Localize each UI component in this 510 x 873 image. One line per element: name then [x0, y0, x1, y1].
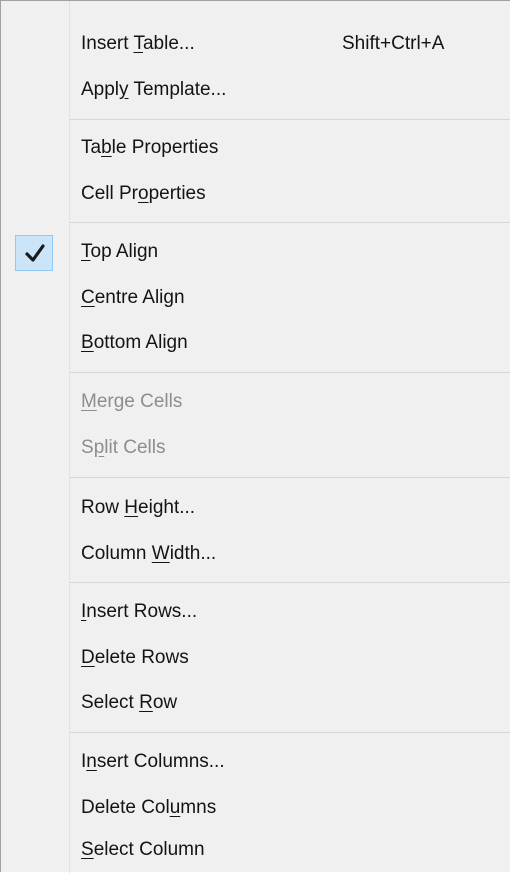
menu-item-label: Insert Table... — [81, 33, 195, 54]
menu-separator — [70, 477, 510, 478]
menu-item-label: Column Width... — [81, 543, 217, 564]
menu-item-label: Centre Align — [81, 287, 185, 308]
menu-item-label: Split Cells — [81, 437, 166, 458]
menu-item-apply-template[interactable]: Apply Template... — [1, 67, 509, 113]
menu-item-label: Delete Rows — [81, 647, 189, 668]
checkmark-highlight — [15, 235, 53, 271]
menu-item-label: Bottom Align — [81, 332, 188, 353]
menu-item-cell-properties[interactable]: Cell Properties — [1, 171, 509, 217]
menu-item-label: Delete Columns — [81, 797, 217, 818]
menu-item-label: Insert Columns... — [81, 751, 225, 772]
menu-separator — [70, 372, 510, 373]
menu-item-delete-rows[interactable]: Delete Rows — [1, 635, 509, 681]
menu-item-label: Select Row — [81, 692, 178, 713]
menu-item-split-cells: Split Cells — [1, 425, 509, 471]
menu-item-column-width[interactable]: Column Width... — [1, 531, 509, 577]
menu-item-insert-table[interactable]: Insert Table... Shift+Ctrl+A — [1, 21, 509, 67]
menu-item-label: Row Height... — [81, 497, 196, 518]
menu-item-label: Insert Rows... — [81, 601, 198, 622]
context-menu: Insert Table... Shift+Ctrl+A Apply Templ… — [0, 0, 510, 873]
menu-item-label: Merge Cells — [81, 391, 183, 412]
menu-item-insert-columns[interactable]: Insert Columns... — [1, 739, 509, 785]
menu-separator — [70, 119, 510, 120]
menu-separator — [70, 222, 510, 223]
menu-item-delete-columns[interactable]: Delete Columns — [1, 785, 509, 831]
menu-item-centre-align[interactable]: Centre Align — [1, 275, 509, 321]
menu-item-insert-rows[interactable]: Insert Rows... — [1, 589, 509, 635]
menu-item-label: Table Properties — [81, 137, 219, 158]
menu-item-row-height[interactable]: Row Height... — [1, 485, 509, 531]
menu-separator — [70, 732, 510, 733]
menu-item-top-align[interactable]: Top Align — [1, 229, 509, 275]
menu-item-select-column[interactable]: Select Column — [1, 827, 509, 873]
shortcut-label: Shift+Ctrl+A — [342, 33, 445, 54]
menu-item-select-row[interactable]: Select Row — [1, 680, 509, 726]
menu-item-merge-cells: Merge Cells — [1, 379, 509, 425]
menu-item-table-properties[interactable]: Table Properties — [1, 125, 509, 171]
menu-item-label: Select Column — [81, 839, 205, 860]
menu-separator — [70, 582, 510, 583]
menu-item-label: Apply Template... — [81, 79, 227, 100]
menu-item-label: Cell Properties — [81, 183, 206, 204]
checkmark-icon — [25, 244, 45, 262]
menu-item-bottom-align[interactable]: Bottom Align — [1, 320, 509, 366]
menu-item-label: Top Align — [81, 241, 159, 262]
